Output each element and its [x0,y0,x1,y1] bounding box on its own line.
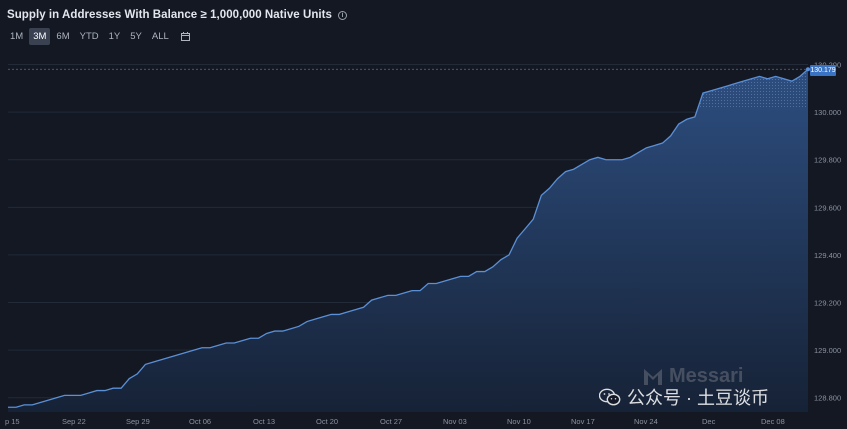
wechat-account-name: 公众号 · 土豆谈币 [627,388,769,408]
last-value-badge: 130.179 [810,65,836,76]
x-tick-label: Oct 20 [316,417,338,426]
x-tick-label: Sep 22 [62,417,86,426]
x-tick-label: Nov 24 [634,417,658,426]
x-tick-label: Oct 13 [253,417,275,426]
wechat-icon [599,388,621,405]
x-tick-label: Nov 17 [571,417,595,426]
y-tick-label: 129.200 [814,299,841,308]
y-tick-label: 129.400 [814,251,841,260]
x-tick-label: Oct 06 [189,417,211,426]
y-tick-label: 130.000 [814,108,841,117]
x-tick-label: Nov 03 [443,417,467,426]
x-tick-label: Dec 08 [761,417,785,426]
x-tick-label: Sep 29 [126,417,150,426]
y-tick-label: 128.800 [814,394,841,403]
x-tick-label: Dec [702,417,716,426]
wechat-watermark: 公众号 · 土豆谈币 [599,384,769,410]
y-tick-label: 129.800 [814,156,841,165]
y-axis: 128.800 129.000 129.200 129.400 129.600 129.8… [814,61,841,403]
x-tick-label: p 15 [5,417,20,426]
x-axis: p 15 Sep 22 Sep 29 Oct 06 Oct 13 Oct 20 Oct 27… [5,417,785,426]
y-tick-label: 129.600 [814,203,841,212]
x-tick-label: Nov 10 [507,417,531,426]
x-tick-label: Oct 27 [380,417,402,426]
area-fill [8,69,808,412]
y-tick-label: 129.000 [814,346,841,355]
